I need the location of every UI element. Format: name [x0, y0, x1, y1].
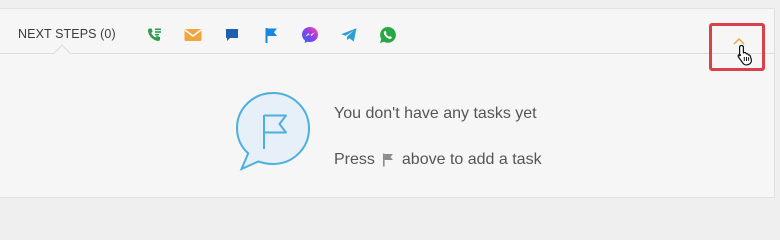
- hint-text-before: Press: [334, 151, 375, 168]
- next-steps-panel: NEXT STEPS (0) You don't have any tasks …: [0, 8, 775, 198]
- hand-pointer-icon: [737, 44, 753, 66]
- email-icon[interactable]: [183, 25, 203, 45]
- collapse-panel-button[interactable]: [709, 23, 765, 71]
- empty-tasks-illustration: [235, 91, 311, 171]
- flag-icon[interactable]: [261, 25, 281, 45]
- panel-header: NEXT STEPS (0): [0, 9, 774, 62]
- messenger-icon[interactable]: [300, 25, 320, 45]
- telegram-icon[interactable]: [339, 25, 359, 45]
- empty-state-title: You don't have any tasks yet: [334, 105, 537, 122]
- call-task-icon[interactable]: [144, 25, 164, 45]
- tab-next-steps[interactable]: NEXT STEPS (0): [18, 27, 116, 41]
- empty-state-hint: Press above to add a task: [334, 151, 542, 169]
- whatsapp-icon[interactable]: [378, 25, 398, 45]
- hint-text-after: above to add a task: [401, 151, 542, 168]
- tab-active-indicator: [53, 44, 71, 62]
- chat-icon[interactable]: [222, 25, 242, 45]
- flag-icon: [382, 153, 394, 167]
